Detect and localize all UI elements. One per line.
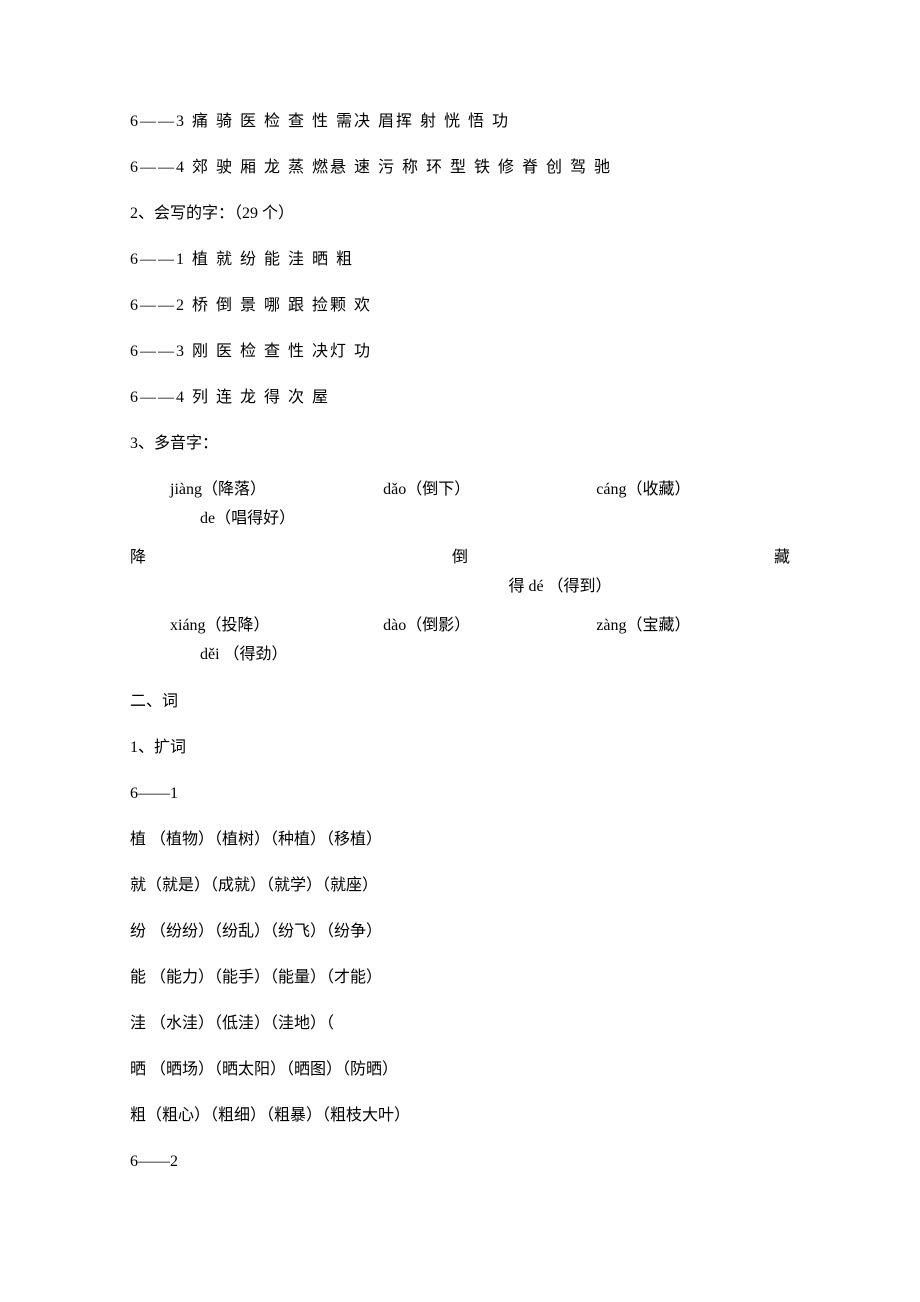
polyphonic-row: xiáng（投降） dào（倒影） zàng（宝藏）	[130, 614, 790, 638]
text-line: 能 （能力）（能手）（能量）（才能）	[130, 966, 790, 990]
text-line: 6——3 刚 医 检 查 性 决灯 功	[130, 340, 790, 364]
poly-cell: cáng（收藏）	[596, 478, 790, 502]
section-heading: 2、会写的字：（29 个）	[130, 202, 790, 226]
polyphonic-row: děi （得劲）	[130, 643, 790, 667]
polyphonic-row: de（唱得好）	[130, 507, 790, 531]
text-line: 洼 （水洼）（低洼）（洼地）（	[130, 1012, 790, 1036]
poly-cell: dào（倒影）	[383, 614, 596, 638]
poly-char: 藏	[774, 546, 790, 570]
poly-cell: 得 dé （得到）	[508, 575, 611, 599]
polyphonic-chars: 降 倒 藏	[130, 546, 790, 570]
poly-cell: jiàng（降落）	[170, 478, 383, 502]
text-line: 纷 （纷纷）（纷乱）（纷飞）（纷争）	[130, 920, 790, 944]
poly-char: 降	[130, 546, 146, 570]
section-heading: 1、扩词	[130, 736, 790, 760]
poly-char: 倒	[452, 546, 468, 570]
text-line: 晒 （晒场）（晒太阳）（晒图）（防晒）	[130, 1058, 790, 1082]
text-line: 6——4 郊 驶 厢 龙 蒸 燃悬 速 污 称 环 型 铁 修 脊 创 驾 驰	[130, 156, 790, 180]
text-line: 6——1	[130, 782, 790, 806]
section-heading: 二、词	[130, 690, 790, 714]
text-line: 6——1 植 就 纷 能 洼 晒 粗	[130, 248, 790, 272]
poly-cell: xiáng（投降）	[170, 614, 383, 638]
poly-cell: de（唱得好）	[200, 507, 295, 531]
poly-cell: zàng（宝藏）	[596, 614, 790, 638]
text-line: 粗（粗心）（粗细）（粗暴）（粗枝大叶）	[130, 1104, 790, 1128]
text-line: 植 （植物）（植树）（种植）（移植）	[130, 828, 790, 852]
text-line: 6——4 列 连 龙 得 次 屋	[130, 386, 790, 410]
text-line: 就（就是）（成就）（就学）（就座）	[130, 874, 790, 898]
poly-cell: dǎo（倒下）	[383, 478, 596, 502]
polyphonic-row: jiàng（降落） dǎo（倒下） cáng（收藏）	[130, 478, 790, 502]
poly-cell: děi （得劲）	[200, 643, 288, 667]
polyphonic-row: 得 dé （得到）	[130, 575, 790, 599]
text-line: 6——2	[130, 1150, 790, 1174]
text-line: 6——2 桥 倒 景 哪 跟 捡颗 欢	[130, 294, 790, 318]
text-line: 6——3 痛 骑 医 检 查 性 需决 眉挥 射 恍 悟 功	[130, 110, 790, 134]
section-heading: 3、多音字：	[130, 432, 790, 456]
